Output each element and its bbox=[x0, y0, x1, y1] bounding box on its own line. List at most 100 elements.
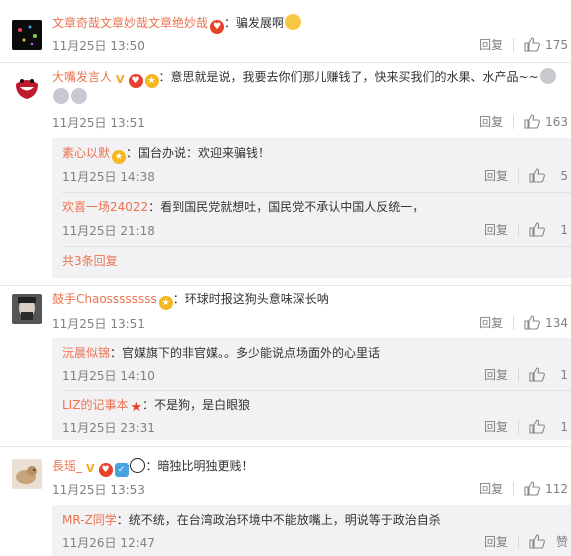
reply-item: MR-Z同学：统不统，在台湾政治环境中不能放嘴上，明说等于政治自杀 11月26日… bbox=[52, 505, 571, 556]
avatar-image bbox=[12, 294, 42, 324]
doge-emoji-icon bbox=[71, 88, 87, 104]
action-divider bbox=[513, 481, 515, 496]
comment-actions: 回复 112 bbox=[479, 480, 571, 497]
like-button[interactable]: 134 bbox=[524, 315, 571, 330]
reply-line: MR-Z同学：统不统，在台湾政治环境中不能放嘴上，明说等于政治自杀 bbox=[62, 511, 441, 529]
reply-button[interactable]: 回复 bbox=[479, 314, 503, 331]
level-badge-icon: ★ bbox=[112, 150, 127, 164]
like-count: 1 bbox=[560, 222, 568, 237]
reply-text: ：国台办说：欢迎来骗钱！ bbox=[126, 146, 271, 160]
reply-username[interactable]: 欢喜一场24022 bbox=[62, 200, 148, 214]
comment-line: 鼓手Chaossssssss ★ ：环球时报这狗头意味深长呐 bbox=[52, 290, 329, 310]
like-count: 1 bbox=[560, 419, 568, 434]
reply-button[interactable]: 回复 bbox=[484, 167, 508, 184]
reply-button[interactable]: 回复 bbox=[479, 113, 503, 130]
comment-text: ：环球时报这狗头意味深长呐 bbox=[172, 292, 329, 306]
comment-line: 長瑶_ V ♥ ✓ ：暗独比明独更贱！ bbox=[52, 457, 254, 477]
avatar[interactable] bbox=[12, 20, 42, 50]
reply-item: LIZ的记事本 ★：不是狗，是白眼狼 11月25日 23:31 回复 1 bbox=[52, 390, 571, 440]
comment-line: 文章奇哉文章妙哉文章绝妙哉 ♥ ：骗发展啊 bbox=[52, 14, 302, 34]
reply-line: LIZ的记事本 ★：不是狗，是白眼狼 bbox=[62, 396, 250, 415]
action-divider bbox=[513, 315, 515, 330]
reply-button[interactable]: 回复 bbox=[479, 36, 503, 53]
thumbs-up-icon bbox=[524, 114, 541, 129]
comment-actions: 回复 134 bbox=[479, 314, 571, 331]
like-button[interactable]: 163 bbox=[524, 114, 571, 129]
avatar[interactable] bbox=[12, 294, 42, 324]
reply-text: ：官媒旗下的非官媒。。多少能说点场面外的心里话 bbox=[110, 346, 381, 360]
thumbs-up-icon bbox=[529, 168, 545, 183]
like-button[interactable]: 1 bbox=[529, 222, 571, 237]
reply-button[interactable]: 回复 bbox=[479, 480, 503, 497]
avatar-image bbox=[12, 72, 42, 102]
vip-badge-icon: ♥ bbox=[98, 463, 113, 477]
vip-badge-icon: ♥ bbox=[210, 20, 225, 34]
smile-emoji-icon bbox=[285, 14, 302, 30]
reply-actions: 回复 赞 bbox=[484, 533, 571, 550]
vip-v-icon: V bbox=[114, 73, 127, 87]
like-button[interactable]: 175 bbox=[524, 37, 571, 52]
panda-emoji-icon bbox=[129, 458, 145, 473]
reply-username[interactable]: LIZ的记事本 bbox=[62, 398, 128, 412]
comment-time: 11月25日 13:53 bbox=[52, 483, 145, 497]
reply-button[interactable]: 回复 bbox=[484, 418, 508, 435]
reply-actions: 回复 1 bbox=[484, 366, 571, 383]
reply-actions: 回复 1 bbox=[484, 221, 571, 238]
vip-badge-icon: ♥ bbox=[128, 74, 143, 88]
comment-username[interactable]: 文章奇哉文章妙哉文章绝妙哉 bbox=[52, 16, 208, 30]
like-button[interactable]: 赞 bbox=[529, 533, 571, 550]
comment-text: ：意思就是说，我要去你们那儿赚钱了，快来买我们的水果、水产品~~ bbox=[158, 70, 539, 84]
reply-divider bbox=[62, 246, 571, 247]
doge-emoji-icon bbox=[53, 88, 69, 104]
reply-line: 欢喜一场24022：看到国民党就想吐，国民党不承认中国人反统一， bbox=[62, 198, 424, 216]
action-divider bbox=[518, 222, 519, 237]
reply-username[interactable]: 沅晨似锦 bbox=[62, 346, 110, 360]
avatar[interactable] bbox=[12, 72, 42, 102]
reply-button[interactable]: 回复 bbox=[484, 366, 508, 383]
like-count: 1 bbox=[560, 367, 568, 382]
reply-text: ：看到国民党就想吐，国民党不承认中国人反统一， bbox=[148, 200, 425, 214]
reply-item: 沅晨似锦：官媒旗下的非官媒。。多少能说点场面外的心里话 11月25日 14:10… bbox=[52, 338, 571, 390]
thumbs-up-icon bbox=[524, 315, 541, 330]
vip-v-icon: V bbox=[84, 462, 97, 476]
thumbs-up-icon bbox=[524, 481, 541, 496]
reply-button[interactable]: 回复 bbox=[484, 221, 508, 238]
like-button[interactable]: 112 bbox=[524, 481, 571, 496]
action-divider bbox=[518, 419, 519, 434]
like-count: 163 bbox=[545, 114, 568, 129]
comment-item: 長瑶_ V ♥ ✓ ：暗独比明独更贱！ 11月25日 13:53 回复 112 MR-Z… bbox=[0, 447, 571, 556]
like-count: 赞 bbox=[555, 535, 568, 549]
like-button[interactable]: 1 bbox=[529, 367, 571, 382]
like-button[interactable]: 1 bbox=[529, 419, 571, 434]
comment-actions: 回复 175 bbox=[479, 36, 571, 53]
more-replies-link[interactable]: 共3条回复 bbox=[62, 252, 118, 269]
comment-item: 大嘴发言人 V ♥ ★ ：意思就是说，我要去你们那儿赚钱了，快来买我们的水果、水产品~~… bbox=[0, 62, 571, 287]
reply-username[interactable]: MR-Z同学 bbox=[62, 513, 117, 527]
comment-time: 11月25日 13:51 bbox=[52, 317, 145, 331]
reply-list: MR-Z同学：统不统，在台湾政治环境中不能放嘴上，明说等于政治自杀 11月26日… bbox=[52, 505, 571, 556]
thumbs-up-icon bbox=[524, 37, 541, 52]
thumbs-up-icon bbox=[529, 222, 545, 237]
reply-username[interactable]: 素心以默 bbox=[62, 146, 110, 160]
like-count: 175 bbox=[545, 37, 568, 52]
thumbs-up-icon bbox=[529, 367, 545, 382]
avatar[interactable] bbox=[12, 459, 42, 489]
action-divider bbox=[518, 534, 519, 549]
comment-time: 11月25日 13:50 bbox=[52, 39, 145, 53]
action-divider bbox=[513, 114, 515, 129]
reply-text: ：统不统，在台湾政治环境中不能放嘴上，明说等于政治自杀 bbox=[116, 513, 441, 527]
reply-actions: 回复 1 bbox=[484, 418, 571, 435]
action-divider bbox=[518, 367, 519, 382]
comment-username[interactable]: 鼓手Chaossssssss bbox=[52, 292, 157, 306]
comment-actions: 回复 163 bbox=[479, 113, 571, 130]
reply-button[interactable]: 回复 bbox=[484, 533, 508, 550]
like-button[interactable]: 5 bbox=[529, 168, 571, 183]
comment-username[interactable]: 長瑶_ bbox=[52, 459, 82, 473]
reply-item: 素心以默 ★ ：国台办说：欢迎来骗钱！ 11月25日 14:38 回复 5 bbox=[52, 138, 571, 192]
reply-list: 素心以默 ★ ：国台办说：欢迎来骗钱！ 11月25日 14:38 回复 5 欢喜一场… bbox=[52, 138, 571, 278]
comment-username[interactable]: 大嘴发言人 bbox=[52, 70, 112, 84]
reply-time: 11月25日 23:31 bbox=[62, 421, 155, 435]
comment-item: 文章奇哉文章妙哉文章绝妙哉 ♥ ：骗发展啊 11月25日 13:50 回复 175 bbox=[0, 0, 571, 62]
comment-line-wrap bbox=[52, 88, 88, 106]
reply-actions: 回复 5 bbox=[484, 167, 571, 184]
